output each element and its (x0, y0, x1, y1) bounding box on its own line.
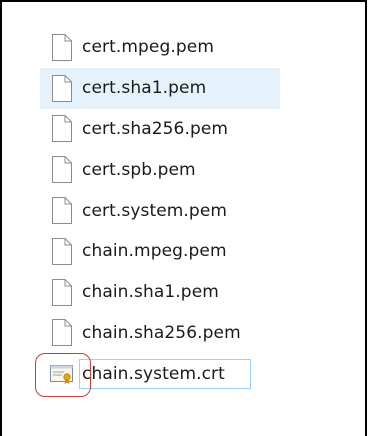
certificate-icon (35, 352, 91, 397)
file-item-cert-mpeg-pem[interactable]: cert.mpeg.pem (50, 27, 350, 68)
file-item-cert-sha256-pem[interactable]: cert.sha256.pem (50, 109, 350, 150)
file-list: cert.mpeg.pem cert.sha1.pem cert.sha256.… (35, 27, 350, 397)
file-item-chain-mpeg-pem[interactable]: chain.mpeg.pem (50, 231, 350, 272)
file-item-cert-system-pem[interactable]: cert.system.pem (50, 190, 350, 231)
file-name: cert.system.pem (82, 200, 228, 221)
file-name: cert.spb.pem (82, 159, 196, 180)
document-icon (50, 277, 74, 307)
document-icon (50, 318, 74, 348)
document-icon (50, 196, 74, 226)
document-icon (50, 73, 74, 103)
document-icon (50, 236, 74, 266)
file-name: cert.sha256.pem (82, 118, 229, 139)
file-name: chain.sha256.pem (82, 322, 241, 343)
file-name: cert.sha1.pem (82, 78, 207, 99)
file-item-cert-spb-pem[interactable]: cert.spb.pem (50, 149, 350, 190)
explorer-pane-frame: cert.mpeg.pem cert.sha1.pem cert.sha256.… (0, 0, 367, 436)
file-name-box: chain.system.crt (79, 358, 251, 389)
document-icon (50, 114, 74, 144)
file-name: chain.mpeg.pem (82, 241, 227, 262)
file-item-cert-sha1-pem[interactable]: cert.sha1.pem (40, 67, 280, 109)
file-item-chain-sha1-pem[interactable]: chain.sha1.pem (50, 272, 350, 313)
file-name: cert.mpeg.pem (82, 37, 214, 58)
file-item-chain-sha256-pem[interactable]: chain.sha256.pem (50, 313, 350, 354)
document-icon (50, 32, 74, 62)
document-icon (50, 155, 74, 185)
file-item-chain-system-crt[interactable]: chain.system.crt (35, 352, 350, 397)
file-name: chain.sha1.pem (82, 282, 219, 303)
file-name: chain.system.crt (82, 363, 225, 384)
